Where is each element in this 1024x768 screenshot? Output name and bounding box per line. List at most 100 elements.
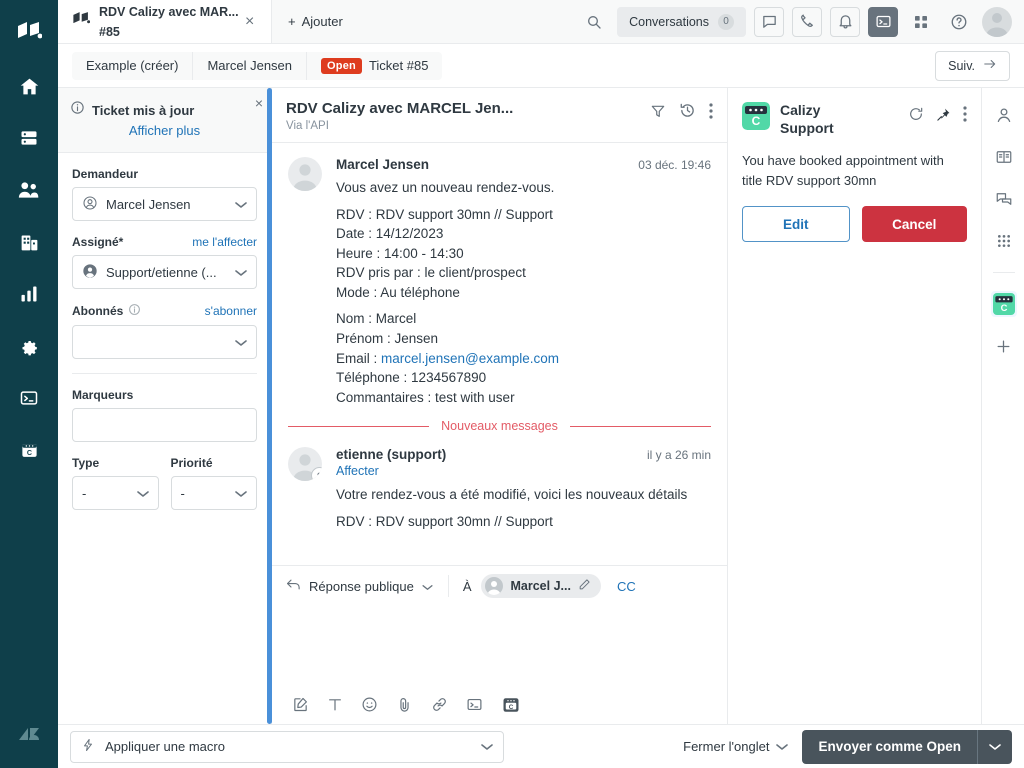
conversation-column: RDV Calizy avec MARCEL Jen... Via l'API <box>267 88 728 724</box>
conversation-header-text: RDV Calizy avec MARCEL Jen... Via l'API <box>286 100 640 132</box>
calizy-app-icon[interactable]: C <box>501 695 521 715</box>
close-icon[interactable]: × <box>245 13 261 30</box>
recipient-chip[interactable]: Marcel J... <box>481 574 601 598</box>
app-header: C Calizy Support <box>742 102 967 137</box>
conversation-via: Via l'API <box>286 120 329 132</box>
assign-to-me-link[interactable]: me l'affecter <box>192 235 257 249</box>
ticket-tab[interactable]: RDV Calizy avec MAR... #85 × <box>58 0 272 43</box>
chat-icon[interactable] <box>754 6 784 37</box>
knowledge-icon[interactable] <box>991 144 1017 170</box>
conversations-button[interactable]: Conversations 0 <box>617 6 746 37</box>
edit-pencil-icon[interactable] <box>578 578 591 594</box>
ticket-tab-title: RDV Calizy avec MAR... <box>99 4 239 19</box>
app-title: Calizy Support <box>780 102 898 137</box>
message-time: 03 déc. 19:46 <box>638 158 711 172</box>
apps-grid-icon[interactable] <box>906 7 936 37</box>
rail-item-reporting[interactable] <box>9 274 49 314</box>
followers-label-row: Abonnés s'abonner <box>72 303 257 319</box>
more-options-icon[interactable] <box>709 102 713 124</box>
filter-icon[interactable] <box>650 103 666 124</box>
followers-select[interactable] <box>72 325 257 359</box>
rail-item-console[interactable] <box>9 378 49 418</box>
link-icon[interactable] <box>431 696 448 713</box>
message-author: etienne (support) <box>336 447 447 463</box>
message-body: etienne (support) il y a 26 min Affecter… <box>336 447 711 531</box>
breadcrumb-item-ticket[interactable]: Open Ticket #85 <box>307 52 442 80</box>
tags-input[interactable] <box>72 408 257 442</box>
new-messages-label: Nouveaux messages <box>441 419 558 434</box>
followers-label: Abonnés <box>72 304 124 318</box>
status-badge: Open <box>321 57 362 74</box>
info-icon <box>128 303 141 319</box>
next-ticket-button[interactable]: Suiv. <box>935 50 1010 81</box>
composer-header: Réponse publique À Marcel J... CC <box>272 566 727 606</box>
submit-ticket-button[interactable]: Envoyer comme Open <box>802 729 1012 764</box>
pin-icon[interactable] <box>936 107 951 127</box>
console-icon[interactable] <box>868 6 898 37</box>
app-title-line1: Calizy <box>780 102 821 118</box>
rail-item-organizations[interactable] <box>9 222 49 262</box>
message-header: Marcel Jensen 03 déc. 19:46 <box>336 157 711 172</box>
edit-button[interactable]: Edit <box>742 206 850 242</box>
notice-close-icon[interactable]: × <box>255 95 263 111</box>
close-tab-button[interactable]: Fermer l'onglet <box>683 739 789 754</box>
assignee-value: Support/etienne (... <box>106 264 217 280</box>
priority-value: - <box>180 485 185 501</box>
history-icon[interactable] <box>679 102 696 124</box>
rail-item-admin[interactable] <box>9 326 49 366</box>
rail-item-home[interactable] <box>9 66 49 106</box>
search-icon[interactable] <box>579 7 609 37</box>
conversations-icon[interactable] <box>991 186 1017 212</box>
followers-field-group: Abonnés s'abonner <box>72 303 257 359</box>
product-logo-icon <box>7 12 51 52</box>
user-profile-icon[interactable] <box>991 102 1017 128</box>
apply-macro-select[interactable]: Appliquer une macro <box>70 730 504 763</box>
message-stream[interactable]: Marcel Jensen 03 déc. 19:46 Vous avez un… <box>272 143 727 565</box>
assignee-select[interactable]: Support/etienne (... <box>72 255 257 289</box>
bell-icon[interactable] <box>830 6 860 37</box>
emoji-icon[interactable] <box>361 696 378 713</box>
breadcrumb-item-brand[interactable]: Example (créer) <box>72 51 194 80</box>
divider-line-left <box>288 425 430 427</box>
type-select[interactable]: - <box>72 476 159 510</box>
add-app-icon[interactable] <box>991 333 1017 359</box>
breadcrumb-item-requester[interactable]: Marcel Jensen <box>193 51 308 80</box>
attachment-icon[interactable] <box>396 696 413 713</box>
apps-icon[interactable] <box>991 228 1017 254</box>
more-options-icon[interactable] <box>963 106 967 127</box>
assign-link[interactable]: Affecter <box>336 464 711 478</box>
ticket-tab-text: RDV Calizy avec MAR... #85 <box>99 2 239 42</box>
email-link[interactable]: marcel.jensen@example.com <box>381 351 559 366</box>
message-item: Marcel Jensen 03 déc. 19:46 Vous avez un… <box>288 157 711 407</box>
rail-item-customers[interactable] <box>9 170 49 210</box>
rail-item-calizy-app[interactable]: C <box>9 430 49 470</box>
rail-item-views[interactable] <box>9 118 49 158</box>
cc-button[interactable]: CC <box>617 579 636 594</box>
calizy-app-tab-icon[interactable]: C <box>990 291 1017 317</box>
rich-text-icon[interactable] <box>292 696 309 713</box>
reply-channel-select[interactable]: Réponse publique <box>286 578 434 594</box>
subscribe-link[interactable]: s'abonner <box>205 304 257 318</box>
show-more-link[interactable]: Afficher plus <box>70 123 259 138</box>
avatar <box>288 447 322 482</box>
composer-textarea[interactable] <box>272 606 727 684</box>
cancel-button[interactable]: Cancel <box>861 206 967 242</box>
type-label: Type <box>72 456 100 470</box>
submit-dropdown-icon[interactable] <box>977 729 1012 764</box>
text-format-icon[interactable] <box>327 696 343 713</box>
priority-select[interactable]: - <box>170 476 257 510</box>
requester-select[interactable]: Marcel Jensen <box>72 187 257 221</box>
context-panel-rail: C <box>982 88 1024 724</box>
chevron-down-icon <box>136 486 149 501</box>
ticket-updated-notice: Ticket mis à jour Afficher plus × <box>58 88 271 153</box>
phone-icon[interactable] <box>792 6 822 37</box>
assignee-label-row: Assigné* me l'affecter <box>72 235 257 249</box>
help-icon[interactable] <box>944 7 974 37</box>
add-tab-button[interactable]: + Ajouter <box>272 0 359 43</box>
user-avatar[interactable] <box>982 6 1012 37</box>
console-icon[interactable] <box>466 696 483 713</box>
tags-field-group: Marqueurs <box>72 388 257 442</box>
submit-label: Envoyer comme Open <box>802 729 977 764</box>
app-sidebar-panel: C Calizy Support You have booked appoint… <box>728 88 982 724</box>
refresh-icon[interactable] <box>908 106 924 127</box>
